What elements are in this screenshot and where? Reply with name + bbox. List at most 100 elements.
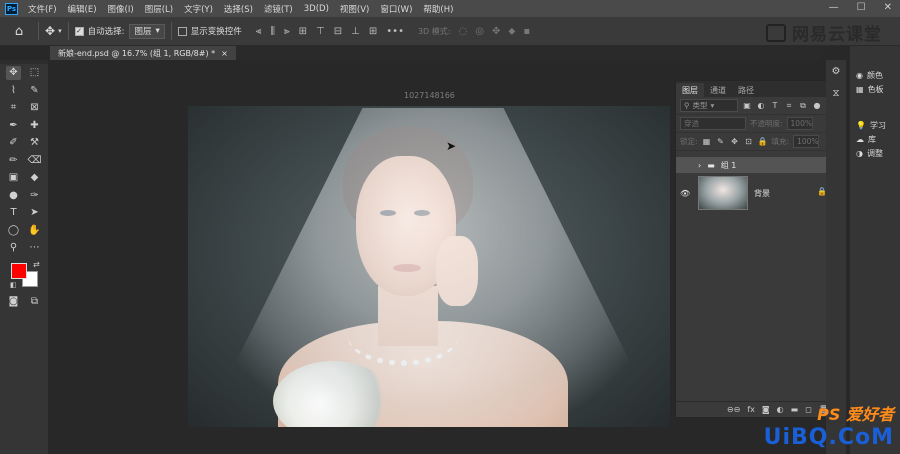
healing-brush-tool-icon[interactable]: ✚ [27, 118, 42, 132]
align-bottom-icon[interactable]: ⊥ [351, 26, 360, 37]
document-tab[interactable]: 新娘-end.psd @ 16.7% (组 1, RGB/8#) * × [50, 46, 236, 60]
menu-file[interactable]: 文件(F) [28, 3, 57, 15]
home-icon[interactable]: ⌂ [6, 20, 32, 42]
opacity-field[interactable]: 100% [786, 117, 813, 130]
pen-tool-icon[interactable]: ✑ [27, 188, 42, 202]
more-options-icon[interactable]: ••• [386, 26, 404, 37]
tool-preset-picker[interactable]: ✥ ▾ [45, 24, 62, 38]
more-tools-icon[interactable]: ⋯ [27, 241, 42, 255]
auto-select-checkbox[interactable]: ✓ [74, 26, 84, 36]
crop-tool-icon[interactable]: ⌗ [6, 101, 21, 115]
tab-layers[interactable]: 图层 [676, 83, 704, 97]
screen-mode-icon[interactable]: ⧉ [27, 294, 42, 308]
align-left-icon[interactable]: ⫷ [256, 26, 262, 37]
roll-3d-icon[interactable]: ◎ [475, 26, 484, 37]
eyedropper-tool-icon[interactable]: ✒ [6, 118, 21, 132]
minimize-icon[interactable]: — [829, 2, 839, 13]
layer-kind-dropdown[interactable]: ⚲ 类型 ▾ [680, 99, 738, 112]
filter-type-icon[interactable]: T [770, 101, 780, 110]
zoom-tool-icon[interactable]: ⚲ [6, 241, 21, 255]
scale-3d-icon[interactable]: ▪ [523, 26, 530, 37]
chevron-down-icon: ▾ [710, 101, 715, 110]
menu-window[interactable]: 窗口(W) [380, 3, 412, 15]
drag-3d-icon[interactable]: ✥ [492, 26, 500, 37]
tab-paths[interactable]: 路径 [732, 83, 760, 97]
blend-mode-dropdown[interactable]: 穿透 [680, 117, 746, 130]
lock-all-icon[interactable]: 🔒 [758, 137, 768, 146]
ellipse-tool-icon[interactable]: ◯ [6, 223, 21, 237]
align-middle-icon[interactable]: ⊟ [334, 26, 342, 37]
distribute-vertical-icon[interactable]: ⊞ [369, 26, 377, 37]
panel-color[interactable]: ◉ 颜色 [850, 68, 900, 82]
lasso-tool-icon[interactable]: ⌇ [6, 83, 21, 97]
quick-mask-icon[interactable]: ◙ [6, 294, 21, 308]
distribute-icon[interactable]: ⊞ [299, 26, 307, 37]
close-icon[interactable]: × [221, 49, 228, 58]
lock-position-icon[interactable]: ✥ [730, 137, 740, 146]
menu-view[interactable]: 视图(V) [340, 3, 369, 15]
lock-artboard-icon[interactable]: ⊡ [744, 137, 754, 146]
menu-filter[interactable]: 滤镜(T) [264, 3, 293, 15]
lock-transparent-icon[interactable]: ▦ [702, 137, 712, 146]
chevron-right-icon[interactable]: › [698, 161, 701, 170]
history-icon[interactable]: ⧖ [826, 82, 846, 104]
menu-layer[interactable]: 图层(L) [145, 3, 173, 15]
link-layers-icon[interactable]: ⊖⊖ [727, 405, 740, 414]
eraser-tool-icon[interactable]: ⌫ [27, 153, 42, 167]
menu-edit[interactable]: 编辑(E) [68, 3, 97, 15]
show-transform-label: 显示变换控件 [190, 27, 242, 37]
filter-adjustment-icon[interactable]: ◐ [756, 101, 766, 110]
menu-select[interactable]: 选择(S) [224, 3, 253, 15]
show-transform-checkbox[interactable] [177, 26, 187, 36]
panel-learn[interactable]: 💡 学习 [850, 118, 900, 132]
hand-tool-icon[interactable]: ✋ [27, 223, 42, 237]
menu-3d[interactable]: 3D(D) [304, 4, 329, 14]
orbit-3d-icon[interactable]: ◌ [458, 26, 467, 37]
frame-tool-icon[interactable]: ⊠ [27, 101, 42, 115]
brush-tool-icon[interactable]: ✐ [6, 136, 21, 150]
gradient-tool-icon[interactable]: ▣ [6, 171, 21, 185]
properties-icon[interactable]: ⚙ [826, 60, 846, 82]
panel-libraries[interactable]: ☁ 库 [850, 132, 900, 146]
default-colors-icon[interactable]: ◧ [10, 281, 17, 289]
menu-image[interactable]: 图像(I) [108, 3, 134, 15]
lock-image-icon[interactable]: ✎ [716, 137, 726, 146]
foreground-color-swatch[interactable] [11, 262, 27, 279]
filter-smart-object-icon[interactable]: ⧉ [798, 101, 808, 111]
close-icon[interactable]: ✕ [884, 2, 892, 13]
marquee-tool-icon[interactable]: ⬚ [27, 66, 42, 80]
align-center-icon[interactable]: ⫼ [270, 26, 275, 37]
panel-swatches[interactable]: ▦ 色板 [850, 82, 900, 96]
blur-tool-icon[interactable]: ◆ [27, 171, 42, 185]
filter-shape-icon[interactable]: ⌗ [784, 101, 794, 111]
filter-toggle-icon[interactable]: ● [812, 101, 822, 110]
slide-3d-icon[interactable]: ⬥ [508, 26, 515, 37]
filter-pixel-icon[interactable]: ▣ [742, 101, 752, 110]
dodge-tool-icon[interactable]: ● [6, 188, 21, 202]
document-canvas-image[interactable] [188, 106, 670, 427]
panel-label: 库 [868, 134, 876, 144]
layer-row-group[interactable]: › ▬ 组 1 [676, 157, 837, 173]
magic-wand-tool-icon[interactable]: ✎ [27, 83, 42, 97]
align-top-icon[interactable]: ⊤ [316, 26, 325, 37]
type-tool-icon[interactable]: T [6, 206, 21, 220]
layer-row-background[interactable]: 👁 背景 🔒 [676, 173, 837, 213]
auto-select-option[interactable]: ✓ 自动选择: [74, 25, 124, 37]
move-tool-icon[interactable]: ✥ [6, 65, 21, 80]
tab-channels[interactable]: 通道 [704, 83, 732, 97]
align-right-icon[interactable]: ⫸ [284, 26, 290, 37]
maximize-icon[interactable]: ☐ [857, 2, 866, 13]
eye-icon[interactable]: 👁 [680, 189, 692, 198]
show-transform-option[interactable]: 显示变换控件 [177, 25, 242, 37]
menu-help[interactable]: 帮助(H) [423, 3, 453, 15]
clone-stamp-tool-icon[interactable]: ⚒ [27, 136, 42, 150]
path-selection-tool-icon[interactable]: ➤ [27, 206, 42, 220]
photoshop-logo-icon[interactable]: Ps [5, 2, 18, 15]
menu-type[interactable]: 文字(Y) [184, 3, 213, 15]
history-brush-tool-icon[interactable]: ✏ [6, 153, 21, 167]
swap-colors-icon[interactable]: ⇄ [33, 260, 40, 269]
fill-field[interactable]: 100% [793, 135, 820, 148]
panel-adjustments[interactable]: ◑ 调整 [850, 146, 900, 160]
layer-style-icon[interactable]: fx [747, 405, 755, 414]
auto-select-target-dropdown[interactable]: 图层 ▾ [129, 23, 165, 39]
